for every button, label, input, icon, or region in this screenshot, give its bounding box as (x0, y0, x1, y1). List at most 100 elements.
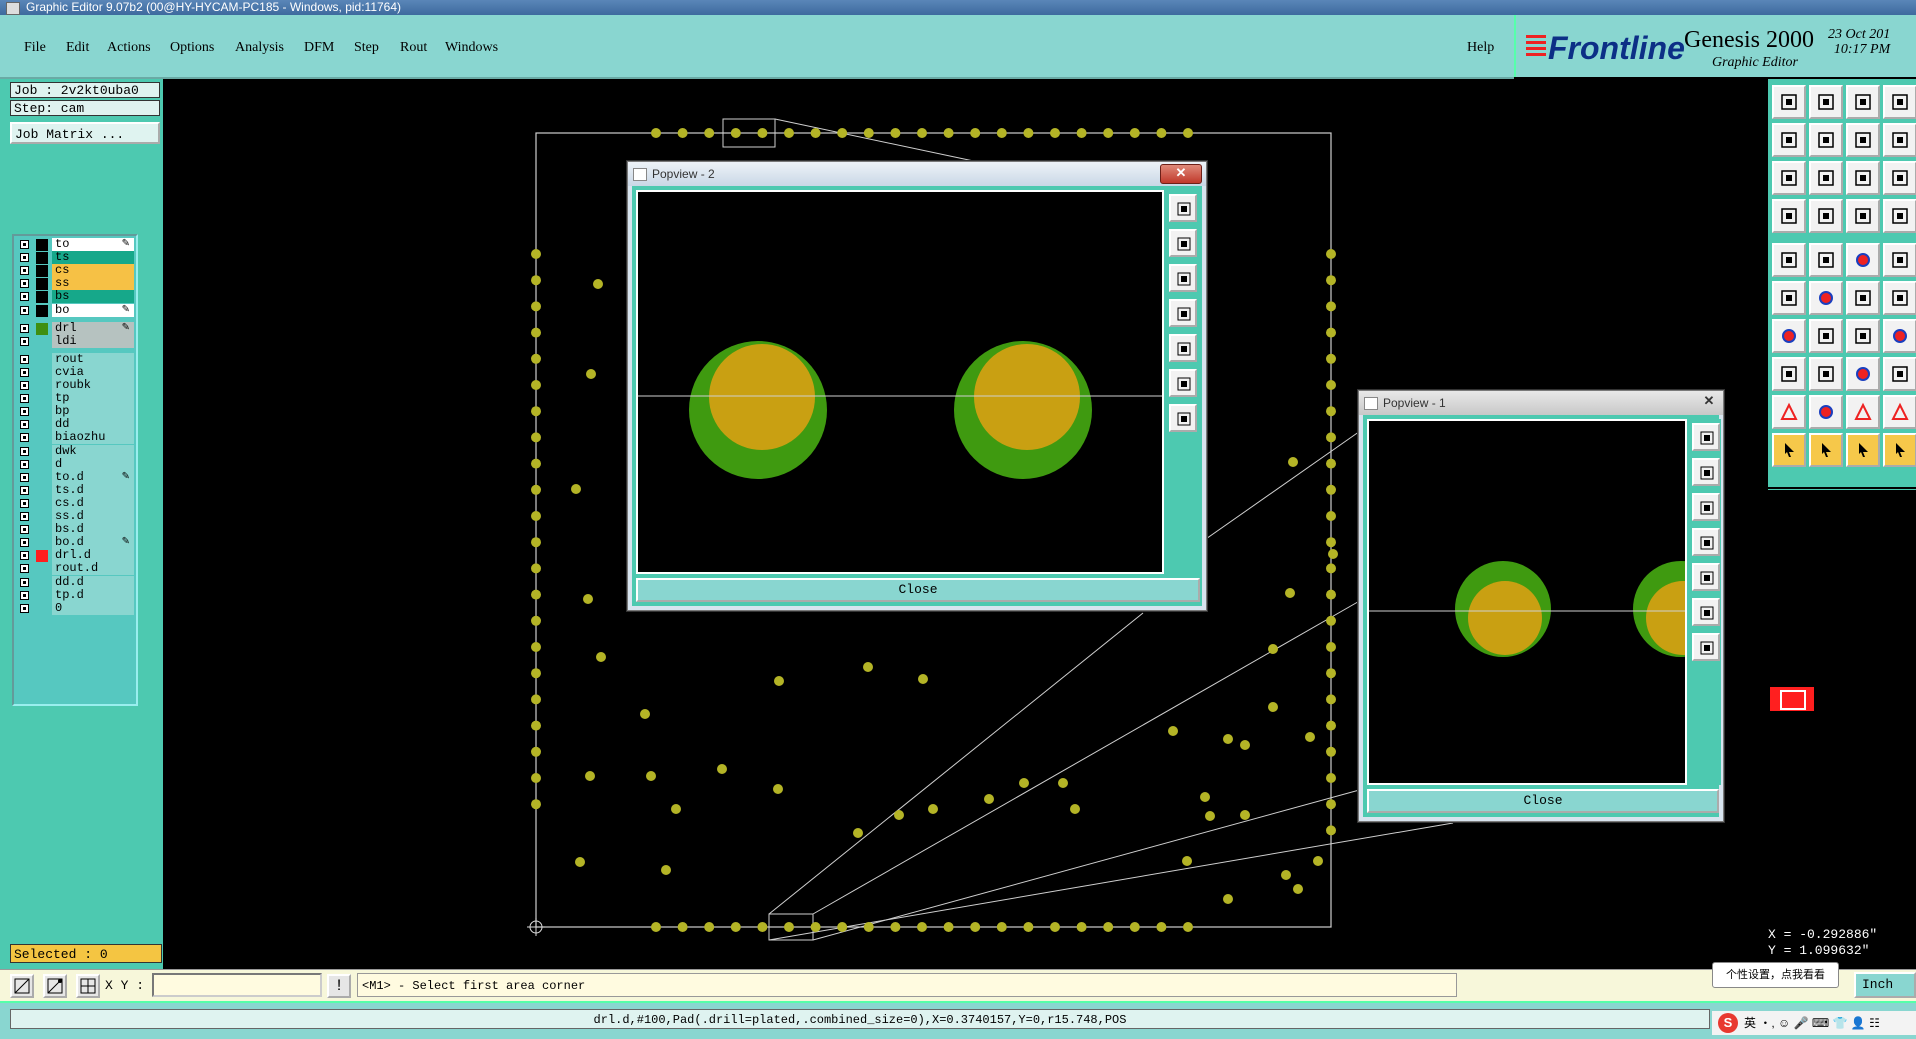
tool-button[interactable] (1809, 433, 1843, 467)
popview-1-titlebar[interactable]: Popview - 1 ✕ (1359, 391, 1723, 415)
tool-button[interactable] (1883, 199, 1916, 233)
layer-name[interactable]: tp (52, 392, 134, 406)
popview-2-close-button[interactable]: Close (636, 578, 1200, 602)
layer-name[interactable]: dwk (52, 444, 134, 458)
tool-button[interactable] (1772, 243, 1806, 277)
tool-button[interactable] (1772, 199, 1806, 233)
popview-tool-button[interactable] (1692, 458, 1720, 486)
menu-windows[interactable]: Windows (445, 40, 498, 56)
ime-toolbar[interactable]: S 英 ・, ☺ 🎤 ⌨ 👕 👤 ☷ (1712, 1011, 1916, 1035)
popview-1-canvas[interactable] (1367, 419, 1687, 785)
layer-checkbox[interactable] (20, 420, 29, 430)
layer-name[interactable]: ldi (52, 334, 134, 348)
layer-row[interactable]: bo ✎ (16, 303, 134, 318)
layer-row[interactable]: cs (16, 264, 134, 278)
layer-checkbox[interactable] (20, 279, 29, 289)
popview-tool-button[interactable] (1692, 598, 1720, 626)
tool-button[interactable] (1883, 433, 1916, 467)
layer-row[interactable]: ss (16, 277, 134, 291)
layer-color-swatch[interactable] (36, 458, 48, 471)
popview-tool-button[interactable] (1692, 493, 1720, 521)
tool-button[interactable] (1846, 319, 1880, 353)
tool-button[interactable] (1846, 395, 1880, 429)
tool-button[interactable] (1883, 281, 1916, 315)
popview-tool-button[interactable] (1169, 194, 1197, 222)
layer-color-swatch[interactable] (36, 511, 48, 523)
tool-button[interactable] (1846, 281, 1880, 315)
layer-color-swatch[interactable] (36, 265, 48, 278)
layer-color-swatch[interactable] (36, 239, 48, 251)
layer-color-swatch[interactable] (36, 471, 48, 484)
popview-tool-button[interactable] (1692, 423, 1720, 451)
layer-checkbox[interactable] (20, 323, 29, 333)
tool-button[interactable] (1809, 161, 1843, 195)
layer-name[interactable]: bo ✎ (52, 303, 134, 317)
tool-button[interactable] (1883, 85, 1916, 119)
layer-color-swatch[interactable] (36, 602, 48, 615)
layer-checkbox[interactable] (20, 240, 29, 249)
layer-color-swatch[interactable] (36, 322, 48, 335)
layer-name[interactable]: dd (52, 418, 134, 432)
layer-row[interactable]: ldi (16, 334, 134, 349)
layer-name[interactable]: cs (52, 264, 134, 278)
layer-checkbox[interactable] (20, 446, 29, 456)
layer-checkbox[interactable] (20, 253, 29, 263)
layer-color-swatch[interactable] (36, 484, 48, 497)
layer-color-swatch[interactable] (36, 419, 48, 432)
tool-button[interactable] (1846, 199, 1880, 233)
popview-tool-button[interactable] (1169, 264, 1197, 292)
layer-row[interactable]: tp (16, 392, 134, 406)
tool-button[interactable] (1883, 357, 1916, 391)
layer-row[interactable]: to ✎ (16, 238, 134, 252)
layer-color-swatch[interactable] (36, 550, 48, 563)
layer-name[interactable]: bo.d ✎ (52, 536, 134, 550)
layer-row[interactable]: bp (16, 405, 134, 419)
tool-button[interactable] (1772, 281, 1806, 315)
layer-name[interactable]: ss.d (52, 510, 134, 523)
layer-name[interactable]: roubk (52, 379, 134, 392)
layer-name[interactable]: cvia (52, 365, 134, 379)
layer-color-swatch[interactable] (36, 291, 48, 304)
popview-tool-button[interactable] (1692, 633, 1720, 661)
layer-name[interactable]: rout (52, 352, 134, 366)
layer-color-swatch[interactable] (36, 380, 48, 392)
layer-checkbox[interactable] (20, 336, 29, 346)
tool-button[interactable] (1846, 85, 1880, 119)
menu-edit[interactable]: Edit (66, 40, 89, 56)
popview-tool-button[interactable] (1169, 369, 1197, 397)
tool-button[interactable] (1883, 161, 1916, 195)
tool-button[interactable] (1772, 433, 1806, 467)
layer-name[interactable]: bp (52, 405, 134, 419)
layer-checkbox[interactable] (20, 564, 29, 574)
highlight-color-swatch[interactable] (1770, 687, 1814, 711)
tool-button[interactable] (1846, 161, 1880, 195)
layer-checkbox[interactable] (20, 292, 29, 302)
tool-button[interactable] (1846, 243, 1880, 277)
layer-color-swatch[interactable] (36, 366, 48, 379)
grid-mode-button[interactable] (76, 974, 100, 998)
popview-2-close-x-icon[interactable]: ✕ (1160, 164, 1202, 184)
tool-button[interactable] (1809, 319, 1843, 353)
layer-checkbox[interactable] (20, 459, 29, 469)
popview-tool-button[interactable] (1692, 563, 1720, 591)
layer-checkbox[interactable] (20, 512, 29, 521)
layer-color-swatch[interactable] (36, 406, 48, 419)
layer-color-swatch[interactable] (36, 445, 48, 458)
tool-button[interactable] (1883, 123, 1916, 157)
execute-button[interactable]: ! (327, 974, 351, 998)
popview-tool-button[interactable] (1169, 404, 1197, 432)
xy-input[interactable] (152, 973, 322, 997)
layer-checkbox[interactable] (20, 407, 29, 417)
tool-button[interactable] (1772, 123, 1806, 157)
tool-button[interactable] (1883, 243, 1916, 277)
tool-button[interactable] (1772, 357, 1806, 391)
layer-checkbox[interactable] (20, 367, 29, 377)
tool-button[interactable] (1809, 357, 1843, 391)
layer-checkbox[interactable] (20, 485, 29, 495)
popview-tool-button[interactable] (1169, 299, 1197, 327)
layer-name[interactable]: d (52, 457, 134, 471)
layer-name[interactable]: to ✎ (52, 238, 134, 251)
tool-button[interactable] (1809, 281, 1843, 315)
layer-checkbox[interactable] (20, 590, 29, 600)
layer-checkbox[interactable] (20, 577, 29, 587)
